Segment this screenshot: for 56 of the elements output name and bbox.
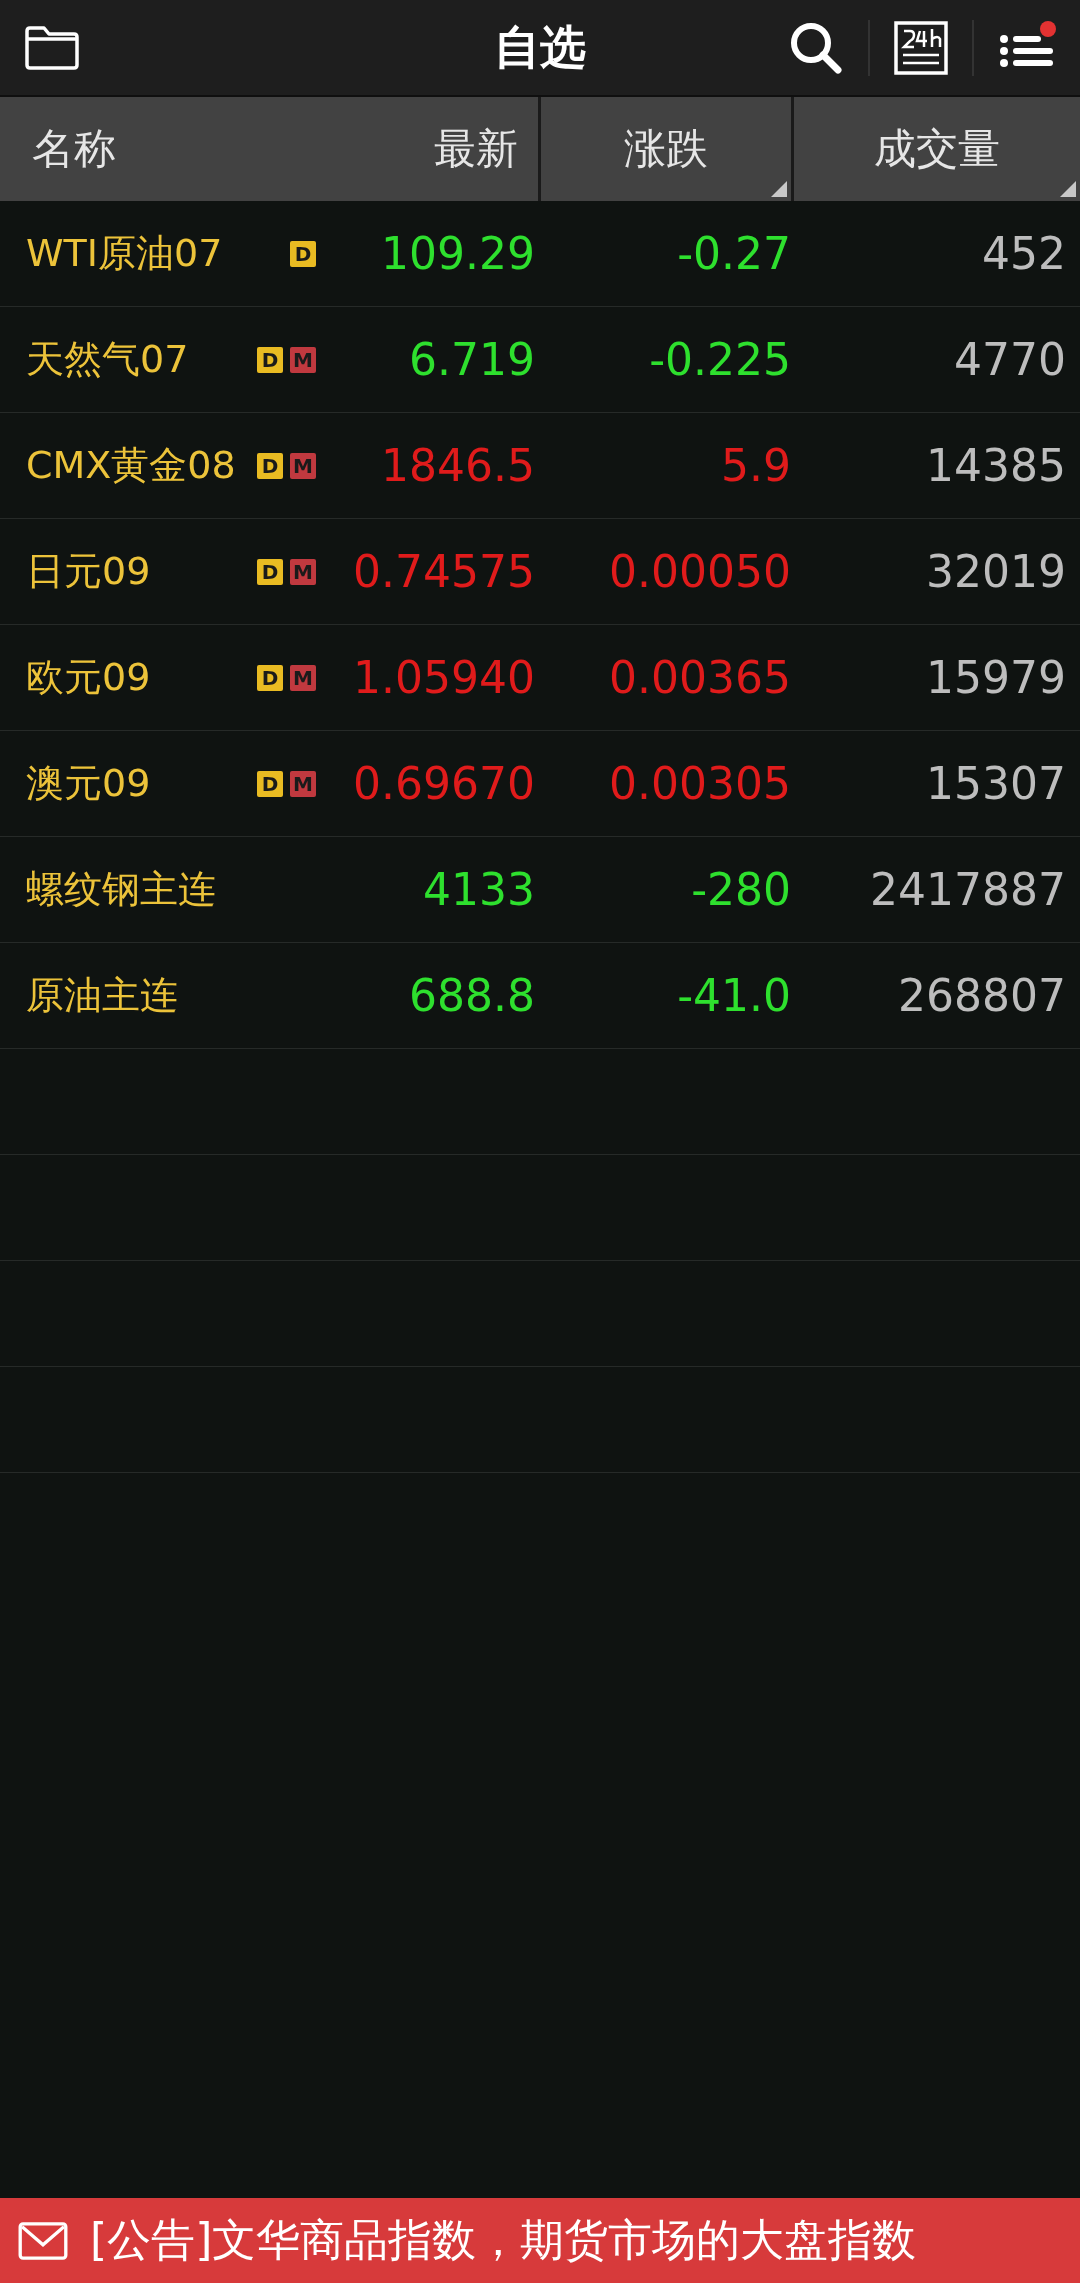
table-cell-text: 15307 bbox=[925, 758, 1067, 809]
instrument-name[interactable]: 螺纹钢主连 bbox=[26, 864, 216, 915]
table-cell-text: 109.29 bbox=[380, 228, 536, 279]
table-cell-text: 14385 bbox=[925, 440, 1067, 491]
column-label: 最新 bbox=[434, 123, 518, 175]
tag-badge: D bbox=[257, 558, 283, 585]
sort-corner-icon bbox=[1060, 181, 1076, 197]
column-header[interactable]: 涨跌 bbox=[541, 97, 791, 201]
tag-badge: M bbox=[290, 770, 316, 797]
notice-text: [公告]文华商品指数，期货市场的大盘指数 bbox=[90, 2213, 917, 2267]
table-cell-text: 4133 bbox=[422, 864, 536, 915]
tag-badge: M bbox=[290, 346, 316, 373]
table-cell-text: 0.00050 bbox=[608, 546, 792, 597]
instrument-name[interactable]: 原油主连 bbox=[26, 970, 178, 1021]
tag-badge: D bbox=[257, 664, 283, 691]
table-cell-text: 452 bbox=[981, 228, 1067, 279]
notice-banner[interactable]: [公告]文华商品指数，期货市场的大盘指数 bbox=[0, 2198, 1080, 2283]
column-header[interactable]: 名称 最新 bbox=[0, 97, 538, 201]
table-cell-text: 6.719 bbox=[408, 334, 536, 385]
column-header[interactable]: 成交量 bbox=[794, 97, 1080, 201]
table-cell-text: 1846.5 bbox=[380, 440, 536, 491]
table-cell-text: 32019 bbox=[925, 546, 1067, 597]
table-cell-text: 0.69670 bbox=[352, 758, 536, 809]
tag-badge: M bbox=[290, 664, 316, 691]
tag-badge: M bbox=[290, 452, 316, 479]
table-cell-text: 0.74575 bbox=[352, 546, 536, 597]
column-label: 名称 bbox=[32, 123, 116, 175]
mail-icon bbox=[18, 2221, 68, 2260]
table-cell-text: 2417887 bbox=[869, 864, 1067, 915]
table-cell-text: -0.27 bbox=[676, 228, 792, 279]
table-cell-text: -41.0 bbox=[676, 970, 792, 1021]
news-24h-icon[interactable] bbox=[894, 20, 948, 75]
table-cell-text: 688.8 bbox=[408, 970, 536, 1021]
table-cell-text: 0.00365 bbox=[608, 652, 792, 703]
tag-badge: D bbox=[290, 240, 316, 267]
table-cell-text: 1.05940 bbox=[352, 652, 536, 703]
table-cell-text: 268807 bbox=[897, 970, 1067, 1021]
table-cell-text: 15979 bbox=[925, 652, 1067, 703]
tag-badge: D bbox=[257, 452, 283, 479]
sort-corner-icon bbox=[771, 181, 787, 197]
screen-title: 自选 bbox=[494, 18, 586, 76]
instrument-name[interactable]: WTI原油07 bbox=[26, 228, 223, 279]
instrument-name[interactable]: 日元09 bbox=[26, 546, 151, 597]
instrument-name[interactable]: 天然气07 bbox=[26, 334, 189, 385]
instrument-name[interactable]: CMX黄金08 bbox=[26, 440, 236, 491]
tag-badge: D bbox=[257, 770, 283, 797]
folder-icon[interactable] bbox=[24, 24, 80, 71]
instrument-name[interactable]: 澳元09 bbox=[26, 758, 151, 809]
table-cell-text: 5.9 bbox=[720, 440, 792, 491]
tag-badge: M bbox=[290, 558, 316, 585]
table-cell-text: 4770 bbox=[953, 334, 1067, 385]
instrument-name[interactable]: 欧元09 bbox=[26, 652, 151, 703]
table-cell-text: -0.225 bbox=[648, 334, 792, 385]
tag-badge: D bbox=[257, 346, 283, 373]
table-cell-text: 0.00305 bbox=[608, 758, 792, 809]
table-cell-text: -280 bbox=[690, 864, 792, 915]
